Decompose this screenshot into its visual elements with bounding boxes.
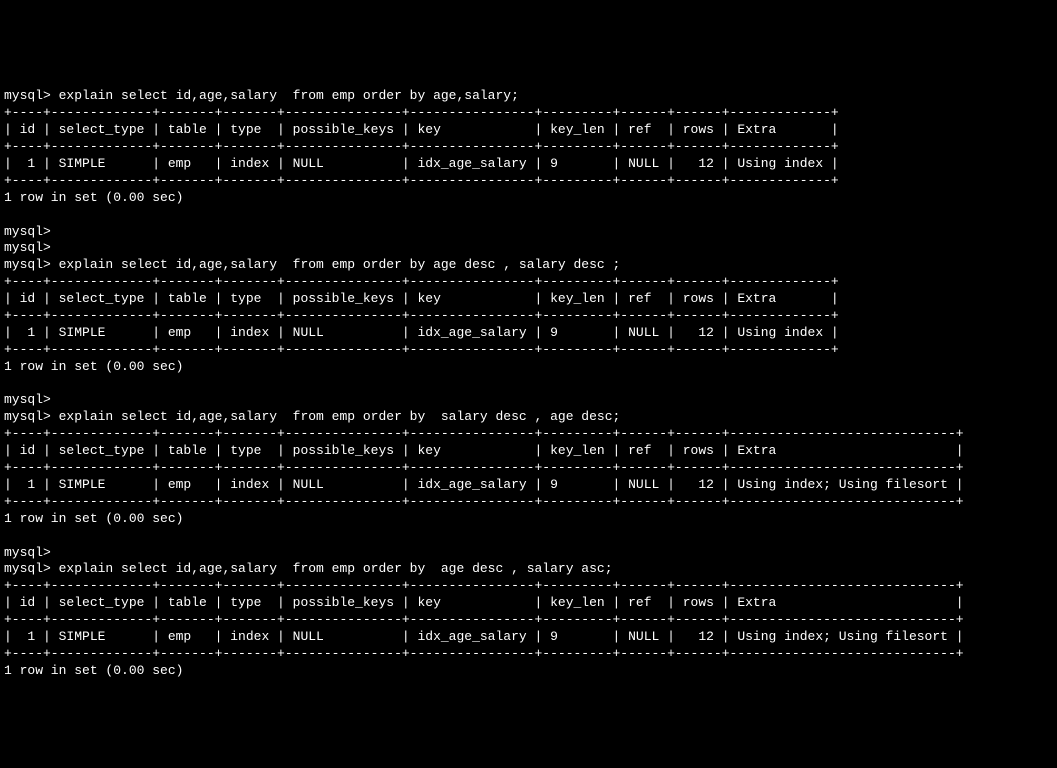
empty-prompt: mysql> bbox=[4, 392, 51, 407]
mysql-prompt: mysql> bbox=[4, 88, 51, 103]
result-footer: 1 row in set (0.00 sec) bbox=[4, 511, 183, 526]
prompt-line: mysql> explain select id,age,salary from… bbox=[4, 257, 620, 272]
terminal-output[interactable]: mysql> explain select id,age,salary from… bbox=[4, 72, 1053, 680]
table-header: | id | select_type | table | type | poss… bbox=[4, 595, 964, 610]
sql-query: explain select id,age,salary from emp or… bbox=[51, 257, 621, 272]
sql-query: explain select id,age,salary from emp or… bbox=[51, 409, 621, 424]
table-border: +----+-------------+-------+-------+----… bbox=[4, 612, 964, 627]
mysql-prompt: mysql> bbox=[4, 257, 51, 272]
result-footer: 1 row in set (0.00 sec) bbox=[4, 359, 183, 374]
table-row: | 1 | SIMPLE | emp | index | NULL | idx_… bbox=[4, 325, 839, 340]
table-row: | 1 | SIMPLE | emp | index | NULL | idx_… bbox=[4, 477, 964, 492]
prompt-line: mysql> explain select id,age,salary from… bbox=[4, 88, 519, 103]
table-header: | id | select_type | table | type | poss… bbox=[4, 443, 964, 458]
mysql-prompt: mysql> bbox=[4, 409, 51, 424]
mysql-prompt: mysql> bbox=[4, 561, 51, 576]
blank-line bbox=[4, 528, 12, 543]
table-border: +----+-------------+-------+-------+----… bbox=[4, 139, 839, 154]
table-border: +----+-------------+-------+-------+----… bbox=[4, 646, 964, 661]
empty-prompt: mysql> bbox=[4, 545, 51, 560]
table-border: +----+-------------+-------+-------+----… bbox=[4, 274, 839, 289]
blank-line bbox=[4, 207, 12, 222]
prompt-line: mysql> explain select id,age,salary from… bbox=[4, 409, 620, 424]
table-border: +----+-------------+-------+-------+----… bbox=[4, 426, 964, 441]
result-footer: 1 row in set (0.00 sec) bbox=[4, 663, 183, 678]
sql-query: explain select id,age,salary from emp or… bbox=[51, 88, 519, 103]
table-border: +----+-------------+-------+-------+----… bbox=[4, 105, 839, 120]
table-border: +----+-------------+-------+-------+----… bbox=[4, 578, 964, 593]
blank-line bbox=[4, 376, 12, 391]
table-border: +----+-------------+-------+-------+----… bbox=[4, 342, 839, 357]
table-border: +----+-------------+-------+-------+----… bbox=[4, 308, 839, 323]
table-row: | 1 | SIMPLE | emp | index | NULL | idx_… bbox=[4, 156, 839, 171]
table-border: +----+-------------+-------+-------+----… bbox=[4, 460, 964, 475]
table-header: | id | select_type | table | type | poss… bbox=[4, 291, 839, 306]
sql-query: explain select id,age,salary from emp or… bbox=[51, 561, 613, 576]
table-border: +----+-------------+-------+-------+----… bbox=[4, 173, 839, 188]
empty-prompt: mysql> bbox=[4, 240, 51, 255]
table-header: | id | select_type | table | type | poss… bbox=[4, 122, 839, 137]
prompt-line: mysql> explain select id,age,salary from… bbox=[4, 561, 613, 576]
result-footer: 1 row in set (0.00 sec) bbox=[4, 190, 183, 205]
table-row: | 1 | SIMPLE | emp | index | NULL | idx_… bbox=[4, 629, 964, 644]
table-border: +----+-------------+-------+-------+----… bbox=[4, 494, 964, 509]
empty-prompt: mysql> bbox=[4, 224, 51, 239]
